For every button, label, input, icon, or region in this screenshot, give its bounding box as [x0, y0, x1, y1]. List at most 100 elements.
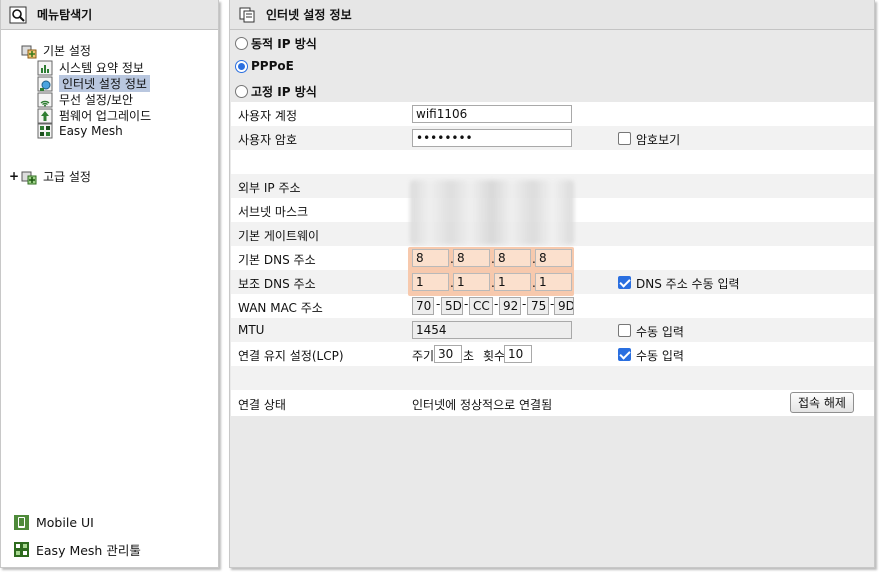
row-spacer	[231, 150, 874, 174]
row-username: 사용자 계정 wifi1106	[231, 102, 874, 126]
dash-separator: -	[436, 297, 441, 311]
dash-separator: -	[464, 297, 469, 311]
tree-item-label: Easy Mesh	[59, 124, 123, 138]
easy-mesh-tool-label: Easy Mesh 관리툴	[36, 543, 141, 558]
mac-octet-5: 75	[527, 297, 549, 315]
menu-explorer-pane: 메뉴탐색기 기본 설정 시스템 요약 정보 인터넷 설정 정보 무선 설정/보안…	[0, 0, 219, 568]
mac-octet-4: 92	[499, 297, 521, 315]
radio-dynamic-ip[interactable]	[235, 37, 248, 50]
row-password: 사용자 암호 •••••••• 암호보기	[231, 126, 874, 150]
external-ip-label: 외부 IP 주소	[238, 181, 301, 195]
mtu-input[interactable]: 1454	[412, 321, 572, 339]
username-input[interactable]: wifi1106	[412, 105, 572, 123]
mtu-manual-label: 수동 입력	[636, 325, 684, 339]
folder-open-icon	[21, 45, 37, 58]
status-text: 인터넷에 정상적으로 연결됨	[412, 398, 553, 412]
dash-separator: -	[522, 297, 527, 311]
radio-pppoe[interactable]	[235, 59, 248, 73]
tree-item-label: 펌웨어 업그레이드	[59, 109, 152, 123]
mac-octet-6: 9D	[554, 297, 574, 315]
tree-item-firmware-upgrade[interactable]: 펌웨어 업그레이드	[37, 107, 151, 124]
mode-pppoe[interactable]: PPPoE	[235, 59, 294, 73]
tree-item-system-summary[interactable]: 시스템 요약 정보	[37, 59, 144, 76]
mode-pppoe-label: PPPoE	[251, 59, 294, 73]
gateway-label: 기본 게이트웨이	[238, 229, 320, 243]
tree-item-wireless-security[interactable]: 무선 설정/보안	[37, 91, 133, 108]
tree-item-label: 시스템 요약 정보	[59, 61, 144, 75]
lcp-manual-checkbox[interactable]	[618, 348, 631, 361]
dns-primary-label: 기본 DNS 주소	[238, 253, 316, 267]
bar-chart-icon	[37, 60, 53, 75]
tree-basic-settings[interactable]: 기본 설정	[21, 42, 91, 59]
lcp-label: 연결 유지 설정(LCP)	[238, 349, 344, 363]
username-label: 사용자 계정	[238, 109, 298, 123]
dns-secondary-octet-1[interactable]: 1	[412, 273, 449, 291]
tree-advanced-settings-label: 고급 설정	[43, 170, 91, 184]
redacted-ip-fields	[410, 180, 574, 245]
mac-octet-2: 5D	[441, 297, 463, 315]
mobile-phone-icon	[14, 515, 29, 530]
mode-static-ip[interactable]: 고정 IP 방식	[235, 83, 317, 100]
mac-octet-3: CC	[469, 297, 493, 315]
easy-mesh-tool-link[interactable]: Easy Mesh 관리툴	[13, 540, 141, 559]
menu-explorer-title: 메뉴탐색기	[37, 8, 93, 22]
mode-dynamic-ip[interactable]: 동적 IP 방식	[235, 35, 317, 52]
mode-static-ip-label: 고정 IP 방식	[251, 85, 317, 99]
show-password-label: 암호보기	[636, 133, 681, 147]
page-stack-icon	[239, 7, 255, 22]
tree-item-label: 인터넷 설정 정보	[59, 75, 150, 92]
dns-manual-checkbox[interactable]	[618, 276, 631, 289]
dns-primary-octet-4[interactable]: 8	[535, 249, 572, 267]
dns-secondary-octet-4[interactable]: 1	[535, 273, 572, 291]
tree-item-internet-settings[interactable]: 인터넷 설정 정보	[37, 75, 150, 92]
dns-primary-octet-1[interactable]: 8	[412, 249, 449, 267]
lcp-manual-label: 수동 입력	[636, 349, 684, 363]
menu-explorer-header: 메뉴탐색기	[1, 0, 218, 30]
dns-secondary-octet-3[interactable]: 1	[494, 273, 531, 291]
radio-static-ip[interactable]	[235, 85, 248, 98]
count-label: 횟수	[483, 349, 506, 363]
tree-item-label: 무선 설정/보안	[59, 93, 134, 107]
period-label: 주기	[412, 349, 435, 363]
settings-form: 사용자 계정 wifi1106 사용자 암호 •••••••• 암호보기 외부 …	[231, 102, 874, 416]
tree-basic-settings-label: 기본 설정	[43, 44, 91, 58]
mtu-manual-checkbox[interactable]	[618, 324, 631, 337]
disconnect-button[interactable]: 접속 해제	[790, 392, 854, 413]
row-connection-status: 연결 상태 인터넷에 정상적으로 연결됨 접속 해제	[231, 390, 874, 416]
mesh-tool-icon	[14, 542, 29, 557]
mobile-ui-label: Mobile UI	[36, 515, 94, 530]
row-mtu: MTU 1454 수동 입력	[231, 318, 874, 342]
tree-expand-plus[interactable]: +	[9, 169, 19, 183]
mtu-label: MTU	[238, 323, 265, 337]
row-lcp: 연결 유지 설정(LCP) 주기 30 초 횟수 10 수동 입력	[231, 342, 874, 366]
mode-dynamic-ip-label: 동적 IP 방식	[251, 37, 317, 51]
internet-settings-title: 인터넷 설정 정보	[266, 8, 352, 22]
dns-manual-label: DNS 주소 수동 입력	[636, 277, 740, 291]
show-password-checkbox[interactable]	[618, 132, 631, 145]
wan-mac-label: WAN MAC 주소	[238, 301, 323, 315]
globe-page-icon	[37, 76, 53, 91]
period-input[interactable]: 30	[434, 345, 462, 363]
password-label: 사용자 암호	[238, 133, 298, 147]
folder-closed-icon	[21, 171, 37, 184]
wifi-icon	[37, 92, 53, 107]
internet-settings-header: 인터넷 설정 정보	[230, 0, 874, 30]
dns-primary-octet-3[interactable]: 8	[494, 249, 531, 267]
mac-octet-1: 70	[412, 297, 434, 315]
magnifier-tree-icon	[9, 6, 27, 23]
subnet-mask-label: 서브넷 마스크	[238, 205, 309, 219]
row-spacer-2	[231, 366, 874, 390]
count-input[interactable]: 10	[504, 345, 532, 363]
tree-item-easy-mesh[interactable]: Easy Mesh	[37, 123, 123, 139]
dns-primary-octet-2[interactable]: 8	[453, 249, 490, 267]
tree-advanced-settings[interactable]: 고급 설정	[21, 168, 91, 185]
dns-secondary-label: 보조 DNS 주소	[238, 277, 316, 291]
mobile-ui-link[interactable]: Mobile UI	[13, 514, 94, 531]
dns-secondary-octet-2[interactable]: 1	[453, 273, 490, 291]
mesh-grid-icon	[37, 123, 53, 139]
seconds-label: 초	[463, 349, 475, 363]
password-input[interactable]: ••••••••	[412, 129, 572, 147]
upload-arrow-icon	[37, 108, 53, 123]
dash-separator: -	[494, 297, 499, 311]
status-label: 연결 상태	[238, 398, 286, 412]
